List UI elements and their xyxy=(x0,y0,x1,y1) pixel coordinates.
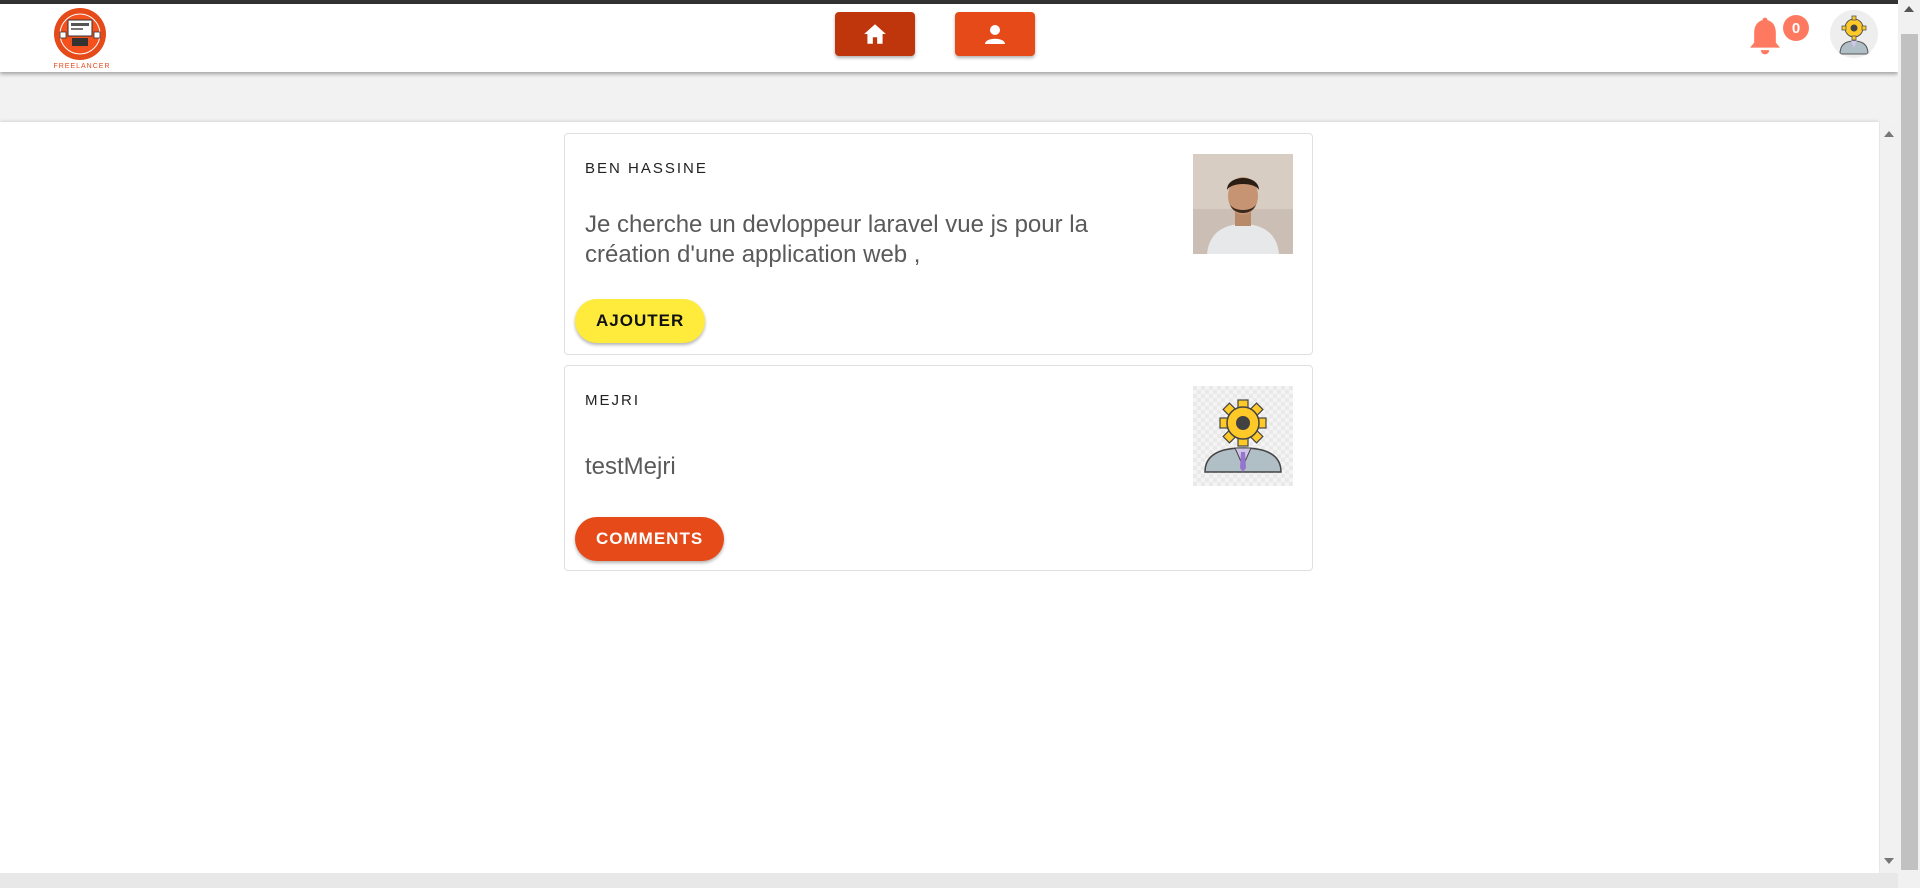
logo-text: FREELANCER xyxy=(53,63,110,70)
post-card: BEN HASSINE Je cherche un devloppeur lar… xyxy=(564,133,1313,355)
scroll-down-arrow-icon[interactable] xyxy=(1884,858,1894,864)
profile-button[interactable] xyxy=(955,12,1035,56)
post-author: BEN HASSINE xyxy=(585,160,708,177)
user-photo-icon xyxy=(1193,154,1293,254)
add-button[interactable]: AJOUTER xyxy=(575,299,706,343)
window-scroll-up-arrow-icon[interactable] xyxy=(1904,6,1914,12)
app-logo[interactable]: FREELANCER xyxy=(50,4,114,70)
comments-button[interactable]: COMMENTS xyxy=(575,517,725,561)
gear-head-avatar-icon xyxy=(1839,15,1869,55)
home-icon xyxy=(864,24,886,44)
post-card: MEJRI testMejri COMMENTS xyxy=(564,365,1313,571)
window-scrollbar-thumb[interactable] xyxy=(1901,34,1918,870)
user-avatar[interactable] xyxy=(1830,10,1878,58)
author-avatar xyxy=(1193,386,1293,486)
window-bottom-edge xyxy=(0,873,1898,888)
post-text: Je cherche un devloppeur laravel vue js … xyxy=(585,211,1088,268)
post-text: testMejri xyxy=(585,453,676,480)
notifications-button[interactable] xyxy=(1745,14,1785,58)
author-photo xyxy=(1193,154,1293,254)
scroll-up-arrow-icon[interactable] xyxy=(1884,131,1894,137)
person-icon xyxy=(985,25,1005,44)
content-scrollbar[interactable] xyxy=(1880,122,1898,873)
bell-icon xyxy=(1750,17,1780,55)
gear-head-avatar-icon xyxy=(1193,386,1293,486)
post-author: MEJRI xyxy=(585,392,640,409)
notification-count-badge: 0 xyxy=(1783,15,1809,41)
home-button[interactable] xyxy=(835,12,915,56)
app-bar: FREELANCER 0 xyxy=(0,4,1898,72)
